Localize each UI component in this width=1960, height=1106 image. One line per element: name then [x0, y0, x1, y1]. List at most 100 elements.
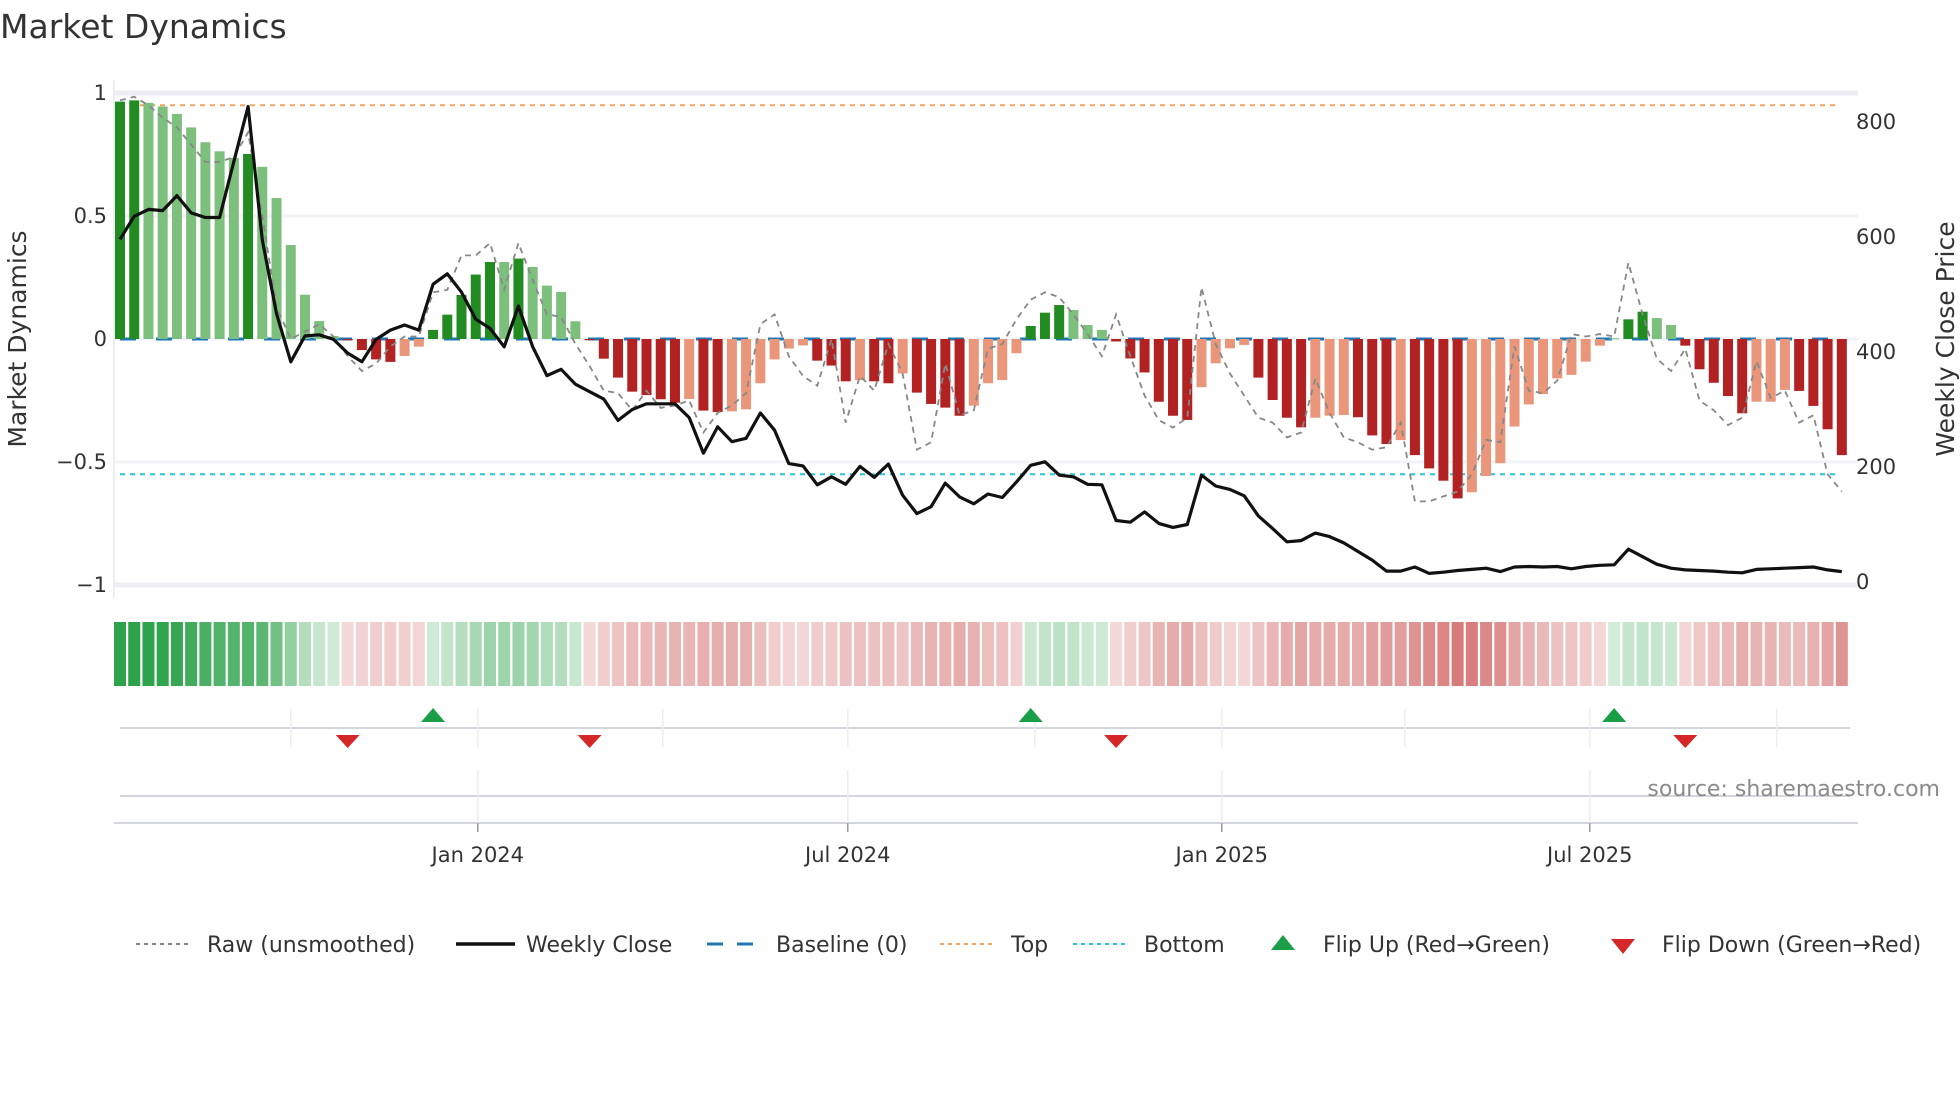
dynamics-bar [1794, 339, 1805, 391]
strip-cell [626, 622, 639, 686]
strip-cell [1010, 622, 1023, 686]
dynamics-bar [769, 339, 780, 360]
dynamics-bar [911, 339, 922, 393]
strip-cell [1451, 622, 1464, 686]
dynamics-bar [1808, 339, 1819, 406]
strip-cell [839, 622, 852, 686]
dynamics-bar [1039, 312, 1050, 339]
y-axis-title: Market Dynamics [3, 230, 32, 447]
strip-cell [469, 622, 482, 686]
y-tick-label: −0.5 [56, 450, 107, 474]
dynamics-bar [1751, 339, 1762, 402]
dynamics-bar [527, 266, 538, 339]
dynamics-bar [684, 339, 695, 400]
strip-cell [114, 622, 126, 686]
dynamics-bar [1424, 339, 1435, 469]
strip-cell [1665, 622, 1678, 686]
dynamics-bar [1822, 339, 1833, 430]
strip-cell [341, 622, 354, 686]
strip-cell [1736, 622, 1749, 686]
strip-cell [597, 622, 610, 686]
strip-cell [213, 622, 226, 686]
flip-down-marker [577, 735, 602, 748]
dynamics-bar [1680, 339, 1691, 346]
dynamics-bar [1566, 339, 1577, 375]
strip-cell [483, 622, 496, 686]
dynamics-bar [1267, 339, 1278, 401]
strip-cell [284, 622, 297, 686]
market-dynamics-chart: Market Dynamics Market Dynamics Weekly C… [0, 7, 1960, 958]
strip-cell [896, 622, 909, 686]
dynamics-bar [1068, 309, 1079, 339]
strip-cell [512, 622, 525, 686]
dynamics-bar [1495, 339, 1506, 464]
strip-cell [1551, 622, 1564, 686]
strip-cell [1295, 622, 1308, 686]
strip-cell [242, 622, 255, 686]
strip-cell [1067, 622, 1080, 686]
flip-down-icon [1611, 939, 1635, 954]
x-tick-label: Jul 2024 [803, 843, 890, 867]
strip-cell [1138, 622, 1151, 686]
dynamics-bar [428, 329, 439, 339]
dynamics-bar [1452, 339, 1463, 499]
dynamics-bar [997, 339, 1008, 381]
strip-cell [156, 622, 169, 686]
strip-cell [1835, 622, 1848, 686]
strip-cell [1038, 622, 1051, 686]
strip-cell [1793, 622, 1806, 686]
reference-lines [120, 104, 1840, 476]
dynamics-bar [854, 339, 865, 381]
date-axis: Jan 2024 Jul 2024 Jan 2025 Jul 2025 [114, 770, 1858, 867]
strip-cell [996, 622, 1009, 686]
strip-cell [612, 622, 625, 686]
dynamics-bar [342, 339, 353, 341]
strip-cell [540, 622, 553, 686]
strip-cell [298, 622, 311, 686]
dynamics-bar [1481, 339, 1492, 477]
strip-cell [1266, 622, 1279, 686]
dynamics-bar [1466, 339, 1477, 493]
dynamics-bar [598, 339, 609, 359]
dynamics-bar [157, 106, 168, 339]
strip-cell [1195, 622, 1208, 686]
strip-cell [668, 622, 681, 686]
dynamics-bar [698, 339, 709, 411]
dynamics-bar [399, 339, 410, 356]
dynamics-bar [228, 157, 239, 339]
dynamics-bar [1538, 339, 1548, 395]
strip-cell [1721, 622, 1734, 686]
dynamics-bar [1338, 339, 1349, 416]
strip-cell [1480, 622, 1493, 686]
strip-cell [1650, 622, 1663, 686]
strip-cell [1223, 622, 1236, 686]
dynamics-bar [1367, 339, 1378, 436]
strip-cell [1352, 622, 1365, 686]
dynamics-bar [1765, 339, 1776, 402]
strip-cell [1707, 622, 1720, 686]
strip-cell [640, 622, 653, 686]
strip-cell [1081, 622, 1094, 686]
dynamics-bar [1168, 339, 1179, 416]
strip-cell [953, 622, 966, 686]
dynamics-bar [143, 102, 154, 339]
dynamics-bar [1438, 339, 1449, 481]
heat-strip [114, 622, 1848, 686]
strip-cell [882, 622, 895, 686]
strip-cell [868, 622, 881, 686]
y-tick-label: −1 [76, 573, 107, 597]
strip-cell [1636, 622, 1649, 686]
dynamics-bar [214, 151, 225, 339]
strip-cell [1110, 622, 1123, 686]
strip-cell [725, 622, 738, 686]
dynamics-bar [1594, 339, 1605, 346]
strip-cell [654, 622, 667, 686]
dynamics-bar [1139, 339, 1150, 373]
strip-cell [825, 622, 838, 686]
series-lines [118, 95, 1843, 576]
dynamics-bar [627, 339, 638, 392]
dynamics-bar [726, 339, 737, 412]
strip-cell [740, 622, 753, 686]
dynamics-bar [1011, 339, 1022, 354]
dynamics-bar [570, 321, 581, 339]
